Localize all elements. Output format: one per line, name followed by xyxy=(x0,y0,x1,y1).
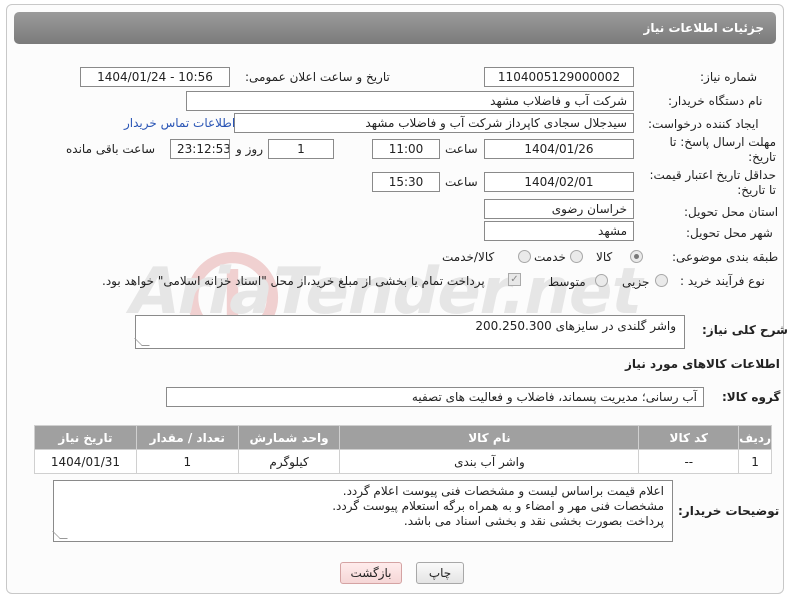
table-header-row: ردیف کد کالا نام کالا واحد شمارش تعداد /… xyxy=(34,425,772,450)
deadline-date-field: 1404/01/26 xyxy=(484,139,634,159)
col-row: ردیف xyxy=(738,425,772,450)
validity-time-label: ساعت xyxy=(445,175,478,189)
category-option-service: خدمت xyxy=(534,250,566,264)
deadline-time-label: ساعت xyxy=(445,142,478,156)
cell-row: 1 xyxy=(738,449,772,474)
treasury-payment-checkbox[interactable]: ✓ xyxy=(508,273,521,286)
validity-time-field: 15:30 xyxy=(372,172,440,192)
col-quantity: تعداد / مقدار xyxy=(135,425,239,450)
category-radio-both[interactable] xyxy=(518,250,531,263)
table-row: 1 -- واشر آب بندی کیلوگرم 1 1404/01/31 xyxy=(34,449,772,474)
col-name: نام کالا xyxy=(339,425,640,450)
remaining-time-label: ساعت باقی مانده xyxy=(66,142,156,156)
resize-grip-icon xyxy=(52,531,68,539)
cell-name: واشر آب بندی xyxy=(339,449,640,474)
print-button[interactable]: چاپ xyxy=(416,562,464,584)
goods-table: ردیف کد کالا نام کالا واحد شمارش تعداد /… xyxy=(34,425,772,474)
deadline-days-field: 1 xyxy=(268,139,334,159)
goods-section-title: اطلاعات کالاهای مورد نیاز xyxy=(625,357,780,371)
category-label: طبقه بندی موضوعی: xyxy=(672,250,779,264)
description-textarea: واشر گلندی در سایزهای 200.250.300 xyxy=(134,315,685,349)
col-unit: واحد شمارش xyxy=(237,425,341,450)
announce-field: 1404/01/24 - 10:56 xyxy=(80,67,230,87)
buyer-notes-textarea: اعلام قیمت براساس لیست و مشخصات فنی پیوس… xyxy=(52,480,673,542)
buyer-org-label: نام دستگاه خریدار: xyxy=(668,94,763,108)
deadline-label: مهلت ارسال پاسخ: تا تاریخ: xyxy=(669,135,776,164)
process-radio-medium[interactable] xyxy=(595,274,608,287)
buyer-notes-line: پرداخت بصورت بخشی نقد و بخشی اسناد می با… xyxy=(403,514,664,528)
validity-label: حداقل تاریخ اعتبار قیمت: تا تاریخ: xyxy=(649,168,776,197)
process-radio-minor[interactable] xyxy=(655,274,668,287)
col-code: کد کالا xyxy=(638,425,740,450)
province-label: استان محل تحویل: xyxy=(684,205,779,219)
city-label: شهر محل تحویل: xyxy=(686,226,773,240)
description-label: شرح کلی نیاز: xyxy=(702,323,788,337)
province-field: خراسان رضوی xyxy=(484,199,634,219)
need-number-label: شماره نیاز: xyxy=(700,70,757,84)
col-need-date: تاریخ نیاز xyxy=(34,425,137,450)
goods-group-field: آب رسانی؛ مدیریت پسماند، فاضلاب و فعالیت… xyxy=(166,387,704,407)
buyer-org-field: شرکت آب و فاضلاب مشهد xyxy=(186,91,634,111)
process-option-medium: متوسط xyxy=(548,275,586,289)
deadline-days-label: روز و xyxy=(236,142,263,156)
description-text: واشر گلندی در سایزهای 200.250.300 xyxy=(475,319,676,333)
cell-quantity: 1 xyxy=(135,449,239,474)
category-option-goods: کالا xyxy=(596,250,613,264)
page: جزئیات اطلاعات نیاز AriaTender.net شماره… xyxy=(0,0,788,598)
remaining-time-field: 23:12:53 xyxy=(170,139,230,159)
goods-group-label: گروه کالا: xyxy=(722,390,781,404)
city-field: مشهد xyxy=(484,221,634,241)
cell-unit: کیلوگرم xyxy=(237,449,341,474)
back-button[interactable]: بازگشت xyxy=(340,562,402,584)
treasury-payment-note: پرداخت تمام یا بخشی از مبلغ خرید،از محل … xyxy=(102,274,485,288)
buyer-notes-line: مشخصات فنی مهر و امضاء و به همراه برگه ا… xyxy=(332,499,664,513)
announce-label: تاریخ و ساعت اعلان عمومی: xyxy=(245,70,390,84)
process-label: نوع فرآیند خرید : xyxy=(680,274,765,288)
deadline-time-field: 11:00 xyxy=(372,139,440,159)
resize-grip-icon xyxy=(134,338,150,346)
category-radio-goods[interactable] xyxy=(630,250,643,263)
need-number-field: 1104005129000002 xyxy=(484,67,634,87)
page-title: جزئیات اطلاعات نیاز xyxy=(14,12,776,44)
requester-label: ایجاد کننده درخواست: xyxy=(648,117,759,131)
category-option-both: کالا/خدمت xyxy=(442,250,495,264)
buyer-notes-line: اعلام قیمت براساس لیست و مشخصات فنی پیوس… xyxy=(342,484,664,498)
buyer-notes-label: توضیحات خریدار: xyxy=(678,504,780,518)
cell-need-date: 1404/01/31 xyxy=(34,449,137,474)
category-radio-service[interactable] xyxy=(570,250,583,263)
buyer-contact-link[interactable]: اطلاعات تماس خریدار xyxy=(124,116,235,130)
requester-field: سیدجلال سجادی کاپرداز شرکت آب و فاضلاب م… xyxy=(234,113,634,133)
cell-code: -- xyxy=(638,449,740,474)
process-option-minor: جزیی xyxy=(622,275,650,289)
validity-date-field: 1404/02/01 xyxy=(484,172,634,192)
